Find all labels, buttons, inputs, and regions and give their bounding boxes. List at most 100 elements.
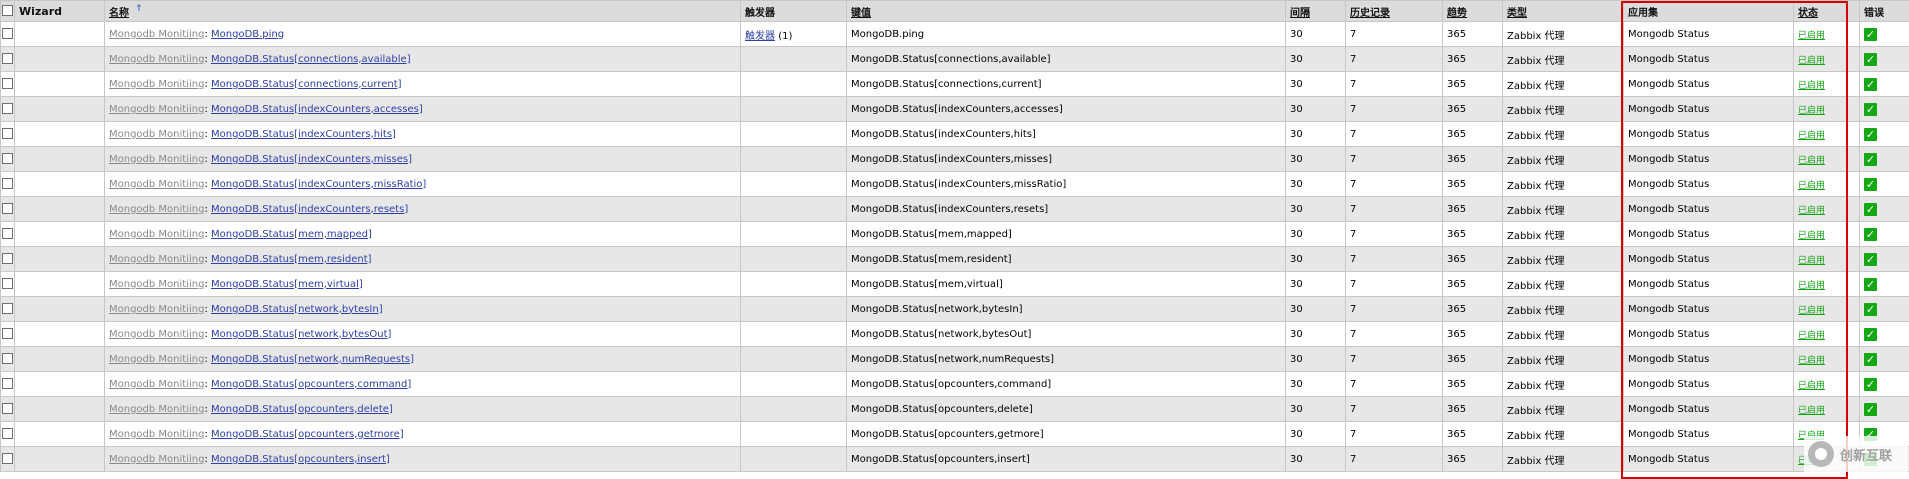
key-cell: MongoDB.Status[connections,current] bbox=[847, 72, 1286, 97]
row-checkbox[interactable] bbox=[1, 322, 15, 347]
status-enabled-link[interactable]: 已启用 bbox=[1798, 256, 1825, 266]
row-checkbox[interactable] bbox=[1, 272, 15, 297]
item-name-link[interactable]: MongoDB.Status[opcounters,insert] bbox=[211, 454, 390, 465]
status-enabled-link[interactable]: 已启用 bbox=[1798, 331, 1825, 341]
row-checkbox[interactable] bbox=[1, 347, 15, 372]
template-link[interactable]: Mongodb Monitiing bbox=[109, 429, 204, 440]
history-cell: 7 bbox=[1346, 72, 1443, 97]
item-name-link[interactable]: MongoDB.Status[mem,virtual] bbox=[211, 279, 363, 290]
row-checkbox[interactable] bbox=[1, 22, 15, 47]
items-table: Wizard 名称↑ 触发器 键值 间隔 历史记录 趋势 类型 应用集 状态 错… bbox=[0, 0, 1909, 472]
template-link[interactable]: Mongodb Monitiing bbox=[109, 179, 204, 190]
template-link[interactable]: Mongodb Monitiing bbox=[109, 129, 204, 140]
status-enabled-link[interactable]: 已启用 bbox=[1798, 231, 1825, 241]
row-checkbox[interactable] bbox=[1, 122, 15, 147]
check-icon: ✓ bbox=[1864, 228, 1877, 241]
wizard-cell bbox=[15, 322, 105, 347]
key-cell: MongoDB.Status[opcounters,getmore] bbox=[847, 422, 1286, 447]
wizard-cell bbox=[15, 122, 105, 147]
col-name[interactable]: 名称↑ bbox=[105, 1, 741, 22]
template-link[interactable]: Mongodb Monitiing bbox=[109, 79, 204, 90]
triggers-link[interactable]: 触发器 bbox=[745, 31, 775, 42]
template-link[interactable]: Mongodb Monitiing bbox=[109, 254, 204, 265]
triggers-cell bbox=[741, 372, 847, 397]
status-enabled-link[interactable]: 已启用 bbox=[1798, 81, 1825, 91]
item-name-link[interactable]: MongoDB.Status[network,bytesIn] bbox=[211, 304, 383, 315]
template-link[interactable]: Mongodb Monitiing bbox=[109, 354, 204, 365]
error-cell: ✓ bbox=[1860, 147, 1909, 172]
item-name-link[interactable]: MongoDB.Status[indexCounters,accesses] bbox=[211, 104, 423, 115]
template-link[interactable]: Mongodb Monitiing bbox=[109, 229, 204, 240]
item-name-link[interactable]: MongoDB.Status[opcounters,getmore] bbox=[211, 429, 404, 440]
col-name-label[interactable]: 名称 bbox=[109, 8, 129, 19]
template-link[interactable]: Mongodb Monitiing bbox=[109, 29, 204, 40]
row-checkbox[interactable] bbox=[1, 172, 15, 197]
table-row: Mongodb Monitiing: MongoDB.Status[networ… bbox=[1, 347, 1909, 372]
item-name-link[interactable]: MongoDB.Status[network,numRequests] bbox=[211, 354, 414, 365]
row-checkbox[interactable] bbox=[1, 97, 15, 122]
row-checkbox[interactable] bbox=[1, 222, 15, 247]
status-enabled-link[interactable]: 已启用 bbox=[1798, 356, 1825, 366]
template-link[interactable]: Mongodb Monitiing bbox=[109, 304, 204, 315]
status-enabled-link[interactable]: 已启用 bbox=[1798, 106, 1825, 116]
template-link[interactable]: Mongodb Monitiing bbox=[109, 54, 204, 65]
check-icon: ✓ bbox=[1864, 403, 1877, 416]
template-link[interactable]: Mongodb Monitiing bbox=[109, 379, 204, 390]
status-enabled-link[interactable]: 已启用 bbox=[1798, 131, 1825, 141]
col-type[interactable]: 类型 bbox=[1503, 1, 1624, 22]
item-name-link[interactable]: MongoDB.Status[network,bytesOut] bbox=[211, 329, 391, 340]
item-name-link[interactable]: MongoDB.ping bbox=[211, 29, 284, 40]
template-link[interactable]: Mongodb Monitiing bbox=[109, 104, 204, 115]
template-link[interactable]: Mongodb Monitiing bbox=[109, 404, 204, 415]
name-cell: Mongodb Monitiing: MongoDB.Status[indexC… bbox=[105, 122, 741, 147]
row-checkbox[interactable] bbox=[1, 422, 15, 447]
row-checkbox[interactable] bbox=[1, 372, 15, 397]
item-name-link[interactable]: MongoDB.Status[indexCounters,hits] bbox=[211, 129, 396, 140]
template-link[interactable]: Mongodb Monitiing bbox=[109, 279, 204, 290]
item-name-link[interactable]: MongoDB.Status[mem,mapped] bbox=[211, 229, 372, 240]
item-name-link[interactable]: MongoDB.Status[opcounters,delete] bbox=[211, 404, 393, 415]
item-name-link[interactable]: MongoDB.Status[opcounters,command] bbox=[211, 379, 411, 390]
interval-cell: 30 bbox=[1286, 372, 1346, 397]
row-checkbox[interactable] bbox=[1, 397, 15, 422]
item-name-link[interactable]: MongoDB.Status[indexCounters,misses] bbox=[211, 154, 412, 165]
status-enabled-link[interactable]: 已启用 bbox=[1798, 31, 1825, 41]
item-name-link[interactable]: MongoDB.Status[indexCounters,missRatio] bbox=[211, 179, 426, 190]
row-checkbox[interactable] bbox=[1, 447, 15, 472]
wizard-cell bbox=[15, 447, 105, 472]
col-trends[interactable]: 趋势 bbox=[1443, 1, 1503, 22]
template-link[interactable]: Mongodb Monitiing bbox=[109, 454, 204, 465]
row-checkbox[interactable] bbox=[1, 247, 15, 272]
row-checkbox[interactable] bbox=[1, 147, 15, 172]
row-checkbox[interactable] bbox=[1, 197, 15, 222]
item-name-link[interactable]: MongoDB.Status[connections,available] bbox=[211, 54, 411, 65]
col-key[interactable]: 键值 bbox=[847, 1, 1286, 22]
status-enabled-link[interactable]: 已启用 bbox=[1798, 406, 1825, 416]
template-link[interactable]: Mongodb Monitiing bbox=[109, 154, 204, 165]
name-cell: Mongodb Monitiing: MongoDB.Status[networ… bbox=[105, 347, 741, 372]
status-enabled-link[interactable]: 已启用 bbox=[1798, 306, 1825, 316]
status-enabled-link[interactable]: 已启用 bbox=[1798, 181, 1825, 191]
item-name-link[interactable]: MongoDB.Status[mem,resident] bbox=[211, 254, 372, 265]
interval-cell: 30 bbox=[1286, 72, 1346, 97]
name-cell: Mongodb Monitiing: MongoDB.Status[opcoun… bbox=[105, 397, 741, 422]
status-enabled-link[interactable]: 已启用 bbox=[1798, 156, 1825, 166]
status-cell: 已启用 bbox=[1794, 197, 1860, 222]
row-checkbox[interactable] bbox=[1, 72, 15, 97]
status-enabled-link[interactable]: 已启用 bbox=[1798, 281, 1825, 291]
template-link[interactable]: Mongodb Monitiing bbox=[109, 204, 204, 215]
col-interval[interactable]: 间隔 bbox=[1286, 1, 1346, 22]
select-all-checkbox[interactable] bbox=[1, 1, 15, 22]
row-checkbox[interactable] bbox=[1, 297, 15, 322]
status-enabled-link[interactable]: 已启用 bbox=[1798, 381, 1825, 391]
status-enabled-link[interactable]: 已启用 bbox=[1798, 56, 1825, 66]
status-enabled-link[interactable]: 已启用 bbox=[1798, 206, 1825, 216]
item-name-link[interactable]: MongoDB.Status[connections,current] bbox=[211, 79, 402, 90]
col-status[interactable]: 状态 bbox=[1794, 1, 1860, 22]
col-history[interactable]: 历史记录 bbox=[1346, 1, 1443, 22]
item-name-link[interactable]: MongoDB.Status[indexCounters,resets] bbox=[211, 204, 408, 215]
row-checkbox[interactable] bbox=[1, 47, 15, 72]
type-cell: Zabbix 代理 bbox=[1503, 172, 1624, 197]
application-cell: Mongodb Status bbox=[1624, 47, 1794, 72]
template-link[interactable]: Mongodb Monitiing bbox=[109, 329, 204, 340]
